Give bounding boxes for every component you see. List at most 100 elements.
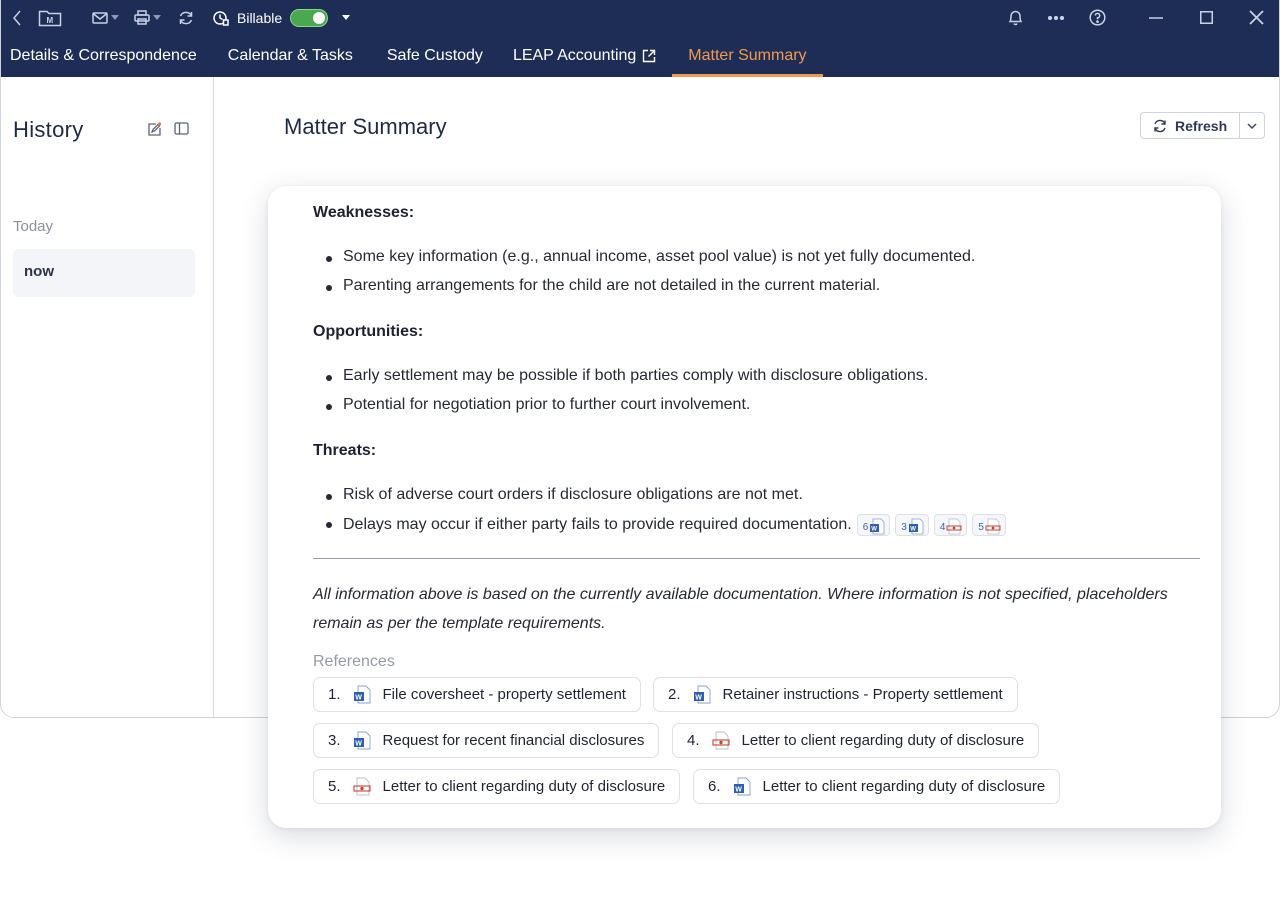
tab-details-correspondence[interactable]: Details & Correspondence — [1, 35, 213, 77]
reference-number: 4. — [687, 732, 700, 749]
help-icon[interactable] — [1077, 0, 1117, 35]
word-document-icon: W — [353, 685, 371, 704]
refresh-button[interactable]: Refresh — [1141, 113, 1241, 138]
citation-chip[interactable]: 5 — [972, 514, 1006, 536]
mail-dropdown-chevron-icon[interactable] — [111, 0, 123, 35]
billable-label: Billable — [237, 9, 283, 26]
reference-item[interactable]: 4. Letter to client regarding duty of di… — [672, 723, 1040, 758]
history-title: History — [13, 117, 84, 142]
tab-label: Safe Custody — [386, 47, 483, 64]
more-icon[interactable] — [1035, 0, 1077, 35]
close-icon[interactable] — [1231, 0, 1279, 35]
reference-label: Letter to client regarding duty of discl… — [762, 778, 1046, 795]
history-sidebar: History Today now — [1, 77, 214, 717]
reference-item[interactable]: 2. W Retainer instructions - Property se… — [653, 677, 1018, 712]
mail-icon[interactable] — [89, 0, 111, 35]
refresh-button-group: Refresh — [1140, 112, 1266, 139]
tab-label: Matter Summary — [688, 47, 807, 64]
tab-leap-accounting[interactable]: LEAP Accounting — [499, 35, 672, 77]
summary-divider — [313, 558, 1200, 559]
citation-number: 5 — [978, 522, 984, 533]
section-heading: Opportunities: — [313, 323, 424, 340]
title-bar: M Billable — [1, 0, 1279, 35]
bullet-text: Early settlement may be possible if both… — [343, 367, 929, 384]
refresh-icon — [1153, 119, 1167, 133]
citation-chip[interactable]: 6 W — [856, 514, 891, 536]
tab-label: Calendar & Tasks — [227, 47, 353, 64]
svg-text:W: W — [355, 740, 362, 747]
reference-item[interactable]: 3. W Request for recent financial disclo… — [313, 723, 660, 758]
bullet-text: Some key information (e.g., annual incom… — [343, 248, 976, 265]
billable-toggle-group: Billable — [213, 8, 329, 27]
bullet-item: Risk of adverse court orders if disclosu… — [326, 486, 803, 504]
tab-calendar-tasks[interactable]: Calendar & Tasks — [213, 35, 370, 77]
external-link-icon — [642, 49, 656, 63]
reference-number: 2. — [668, 686, 681, 703]
section-heading: Weaknesses: — [313, 204, 415, 221]
reference-number: 6. — [708, 778, 721, 795]
history-item-label: now — [24, 263, 54, 280]
word-document-icon: W — [869, 518, 885, 535]
references-heading: References — [313, 653, 395, 670]
citation-chip[interactable]: 3 W — [895, 514, 929, 536]
bullet-item: Early settlement may be possible if both… — [325, 367, 929, 385]
reference-label: Letter to client regarding duty of discl… — [741, 732, 1025, 749]
history-group-today: Today — [13, 218, 54, 235]
bullet-text: Potential for negotiation prior to furth… — [343, 396, 751, 413]
word-document-icon: W — [353, 731, 371, 750]
clock-billable-icon — [213, 10, 229, 26]
reference-label: Request for recent financial disclosures — [382, 732, 645, 749]
tab-safe-custody[interactable]: Safe Custody — [370, 35, 499, 77]
letter-document-icon — [985, 518, 1001, 535]
sync-icon[interactable] — [175, 0, 197, 35]
citation-chip[interactable]: 4 — [933, 514, 968, 536]
letter-document-icon — [352, 777, 371, 796]
matter-folder-icon[interactable]: M — [33, 0, 67, 35]
svg-text:W: W — [355, 694, 362, 701]
bullet-item: Some key information (e.g., annual incom… — [325, 248, 976, 266]
reference-label: Retainer instructions - Property settlem… — [722, 686, 1003, 703]
minimize-icon[interactable] — [1131, 0, 1181, 35]
reference-number: 5. — [328, 778, 341, 795]
new-note-icon[interactable] — [147, 122, 162, 137]
tab-label: Details & Correspondence — [10, 47, 197, 64]
letter-document-icon — [946, 518, 962, 535]
refresh-dropdown-chevron-icon[interactable] — [1240, 113, 1264, 138]
reference-item[interactable]: 5. Letter to client regarding duty of di… — [313, 769, 681, 804]
word-document-icon: W — [733, 777, 751, 796]
section-heading: Threats: — [313, 442, 377, 459]
svg-text:M: M — [47, 16, 54, 25]
bullet-item: Potential for negotiation prior to furth… — [325, 396, 751, 414]
matter-summary-card: Weaknesses: Some key information (e.g., … — [268, 186, 1221, 828]
page-title: Matter Summary — [284, 114, 447, 139]
reference-number: 1. — [328, 686, 341, 703]
bullet-item: Parenting arrangements for the child are… — [325, 277, 881, 295]
print-icon[interactable] — [131, 0, 153, 35]
tab-label: LEAP Accounting — [512, 47, 637, 64]
print-dropdown-chevron-icon[interactable] — [153, 0, 165, 35]
bullet-text: Risk of adverse court orders if disclosu… — [343, 486, 803, 503]
billable-switch[interactable] — [290, 8, 329, 27]
billable-dropdown-chevron-icon[interactable] — [342, 0, 354, 35]
reference-item[interactable]: 6. W Letter to client regarding duty of … — [693, 769, 1061, 804]
reference-label: File coversheet - property settlement — [382, 686, 626, 703]
tab-bar: Details & Correspondence Calendar & Task… — [1, 35, 1279, 77]
svg-text:W: W — [871, 527, 877, 533]
history-item[interactable]: now — [13, 249, 195, 297]
disclaimer-note: All information above is based on the cu… — [313, 586, 1168, 632]
maximize-icon[interactable] — [1181, 0, 1231, 35]
refresh-label: Refresh — [1175, 117, 1228, 134]
citation-number: 6 — [862, 522, 869, 533]
reference-item[interactable]: 1. W File coversheet - property settleme… — [313, 677, 641, 712]
svg-text:W: W — [735, 786, 742, 793]
panel-toggle-icon[interactable] — [174, 122, 189, 135]
back-icon[interactable] — [1, 0, 33, 35]
svg-text:W: W — [910, 527, 916, 533]
word-document-icon: W — [693, 685, 711, 704]
bullet-text: Parenting arrangements for the child are… — [343, 277, 881, 294]
bullet-item: Delays may occur if either party fails t… — [326, 514, 1006, 536]
word-document-icon: W — [908, 518, 924, 535]
bell-icon[interactable] — [995, 0, 1035, 35]
tab-matter-summary[interactable]: Matter Summary — [672, 35, 823, 77]
svg-text:W: W — [695, 694, 702, 701]
